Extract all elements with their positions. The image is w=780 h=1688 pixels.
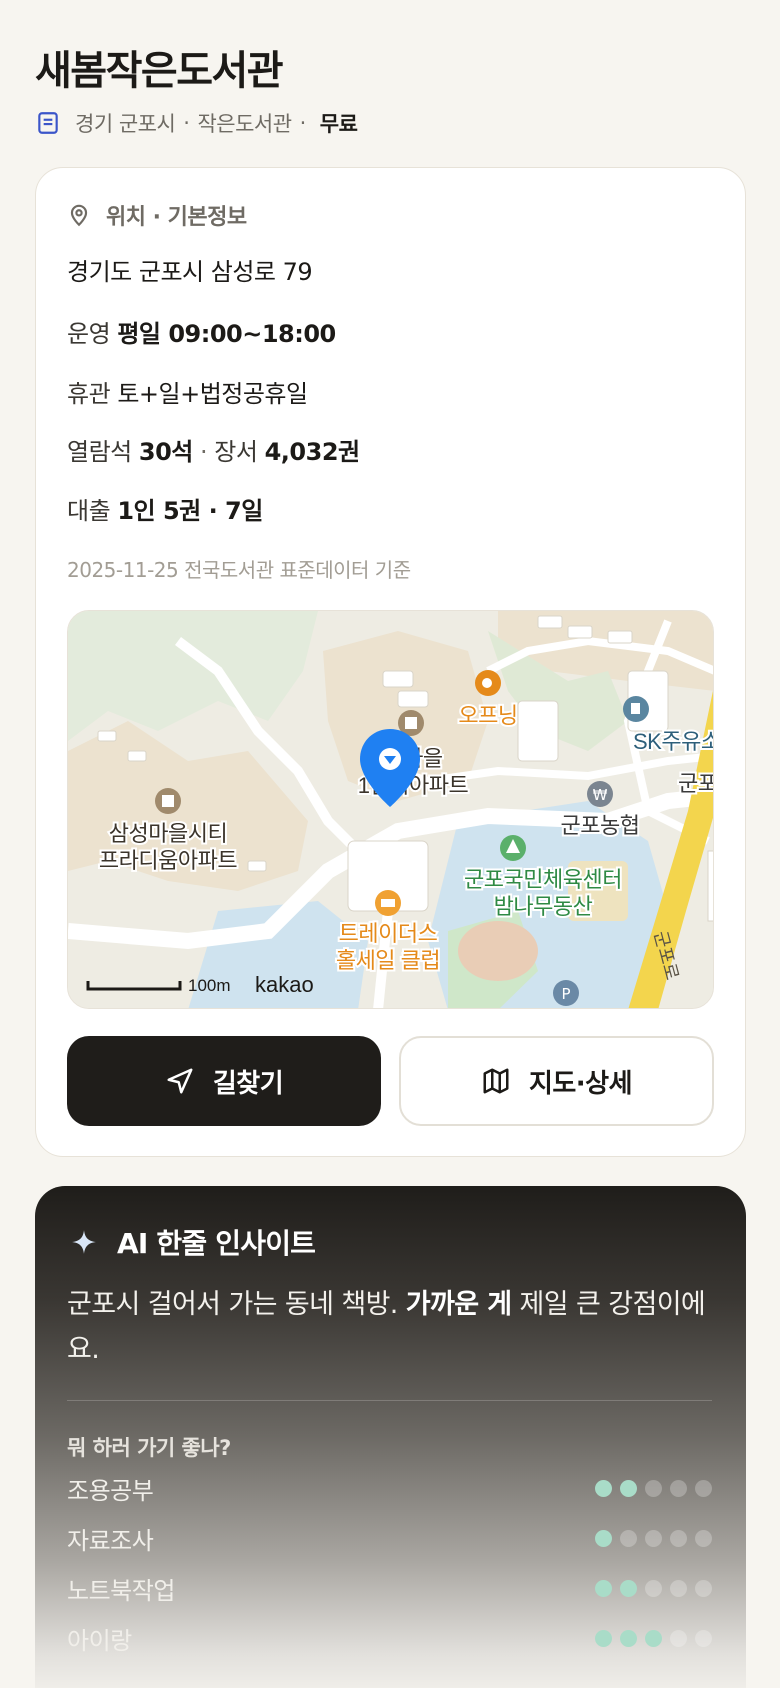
divider xyxy=(67,1400,712,1401)
svg-text:P: P xyxy=(561,985,570,1003)
map-view[interactable]: ₩ P 삼성마을시티 프라디움아파트 성마을 1단지아파트 오프닝 SK주유소 xyxy=(67,610,714,1009)
meta-fee: 무료 xyxy=(319,112,358,136)
activity-label: 조용공부 xyxy=(67,1476,154,1505)
map-label-center: 밤나무동산 xyxy=(494,894,593,919)
location-pin-icon xyxy=(70,204,88,227)
rating-dot-empty xyxy=(620,1529,637,1547)
directions-button[interactable]: 길찾기 xyxy=(67,1036,381,1126)
activity-rating xyxy=(595,1529,712,1547)
data-source-note: 2025-11-25 전국도서관 표준데이터 기준 xyxy=(67,558,411,582)
rating-dot-filled xyxy=(595,1529,612,1547)
rating-dot-filled xyxy=(620,1479,637,1497)
activity-row: 조용공부 xyxy=(67,1470,712,1506)
ai-text-part: 군포시 걸어서 가는 동네 책방. xyxy=(67,1289,406,1320)
activity-row: 노트북작업 xyxy=(67,1570,712,1606)
rating-dot-filled xyxy=(595,1579,612,1597)
activity-rating xyxy=(595,1479,712,1497)
rating-dot-empty xyxy=(645,1479,662,1497)
loan-row: 대출 1인 5권 · 7일 xyxy=(67,491,263,526)
ai-insight-text: 군포시 걸어서 가는 동네 책방. 가까운 게 제일 큰 강점이에요. xyxy=(67,1282,707,1372)
map-canvas[interactable]: ₩ P 삼성마을시티 프라디움아파트 성마을 1단지아파트 오프닝 SK주유소 xyxy=(68,611,714,1009)
rating-dot-empty xyxy=(695,1579,712,1597)
hours-label: 운영 xyxy=(67,320,111,348)
address-row: 경기도 군포시 삼성로 79 xyxy=(67,252,313,287)
closed-label: 휴관 xyxy=(67,380,111,408)
map-brand-logo: kakao xyxy=(255,972,314,997)
activity-question: 뭐 하러 가기 좋나? xyxy=(67,1436,231,1460)
rating-dot-empty xyxy=(670,1479,687,1497)
loan-label: 대출 xyxy=(67,497,111,525)
document-icon xyxy=(38,112,58,134)
rating-dot-empty xyxy=(670,1579,687,1597)
directions-button-label: 길찾기 xyxy=(212,1068,284,1099)
rating-dot-filled xyxy=(645,1629,662,1647)
hours-value: 평일 09:00~18:00 xyxy=(117,320,336,348)
rating-dot-empty xyxy=(645,1579,662,1597)
activity-row: 아이랑 xyxy=(67,1620,712,1656)
map-label-apt1: 프라디움아파트 xyxy=(99,848,237,873)
loan-value: 1인 5권 · 7일 xyxy=(117,497,263,525)
seats-label: 열람석 xyxy=(67,438,132,466)
rating-dot-filled xyxy=(620,1579,637,1597)
info-card: 위치 · 기본정보 경기도 군포시 삼성로 79 운영 평일 09:00~18:… xyxy=(35,167,746,1157)
map-icon xyxy=(483,1068,509,1094)
ai-insight-card: AI 한줄 인사이트 군포시 걸어서 가는 동네 책방. 가까운 게 제일 큰 … xyxy=(35,1186,746,1688)
map-label-bank: 군포농협 xyxy=(561,813,640,838)
map-detail-button[interactable]: 지도·상세 xyxy=(399,1036,714,1126)
seats-value: 30석 xyxy=(138,438,193,466)
svg-text:₩: ₩ xyxy=(593,786,608,804)
activity-label: 아이랑 xyxy=(67,1626,132,1655)
activity-label: 자료조사 xyxy=(67,1526,154,1555)
map-label-center: 군포국민체육센터 xyxy=(464,867,622,892)
map-label-cafe: 오프닝 xyxy=(458,703,517,728)
rating-dot-empty xyxy=(695,1629,712,1647)
ai-text-highlight: 가까운 게 xyxy=(405,1289,512,1320)
rating-dot-empty xyxy=(645,1529,662,1547)
rating-dot-filled xyxy=(595,1479,612,1497)
rating-dot-filled xyxy=(595,1629,612,1647)
ai-insight-title: AI 한줄 인사이트 xyxy=(117,1227,316,1260)
map-scale-label: 100m xyxy=(188,976,231,995)
rating-dot-filled xyxy=(620,1629,637,1647)
rating-dot-empty xyxy=(695,1529,712,1547)
meta-separator: · xyxy=(299,111,307,135)
activity-rating xyxy=(595,1629,712,1647)
info-section-header: 위치 · 기본정보 xyxy=(66,198,247,232)
rating-dot-empty xyxy=(695,1479,712,1497)
sparkle-icon xyxy=(72,1230,96,1254)
closed-row: 휴관 토+일+법정공휴일 xyxy=(67,374,308,409)
map-label-mart: 트레이더스 xyxy=(339,921,438,946)
meta-category: 작은도서관 xyxy=(197,112,292,136)
capacity-separator: · xyxy=(200,438,208,466)
navigation-arrow-icon xyxy=(167,1068,193,1094)
activity-row: 자료조사 xyxy=(67,1520,712,1556)
map-detail-button-label: 지도·상세 xyxy=(528,1068,633,1099)
activity-rating xyxy=(595,1579,712,1597)
address-text: 경기도 군포시 삼성로 79 xyxy=(67,258,313,286)
meta-region: 경기 군포시 xyxy=(75,112,176,136)
map-label-mart: 홀세일 클럽 xyxy=(336,948,440,973)
library-meta: 경기 군포시 · 작은도서관 · 무료 xyxy=(35,106,358,140)
info-section-title: 위치 · 기본정보 xyxy=(106,205,247,230)
meta-separator: · xyxy=(183,111,190,135)
ai-insight-header: AI 한줄 인사이트 xyxy=(71,1222,316,1262)
rating-dot-empty xyxy=(670,1529,687,1547)
closed-value: 토+일+법정공휴일 xyxy=(117,380,308,408)
books-value: 4,032권 xyxy=(264,438,361,466)
map-label-station: 군포 xyxy=(678,771,714,796)
books-label: 장서 xyxy=(214,438,258,466)
capacity-row: 열람석 30석 · 장서 4,032권 xyxy=(67,432,360,467)
page-title: 새봄작은도서관 xyxy=(35,48,284,94)
map-label-apt1: 삼성마을시티 xyxy=(109,821,227,846)
rating-dot-empty xyxy=(670,1629,687,1647)
map-label-gas: SK주유소 xyxy=(633,729,714,754)
activity-label: 노트북작업 xyxy=(67,1576,175,1605)
hours-row: 운영 평일 09:00~18:00 xyxy=(67,314,336,349)
library-detail-page: 새봄작은도서관 경기 군포시 · 작은도서관 · 무료 위치 · 기본정보 경기… xyxy=(0,0,780,1688)
